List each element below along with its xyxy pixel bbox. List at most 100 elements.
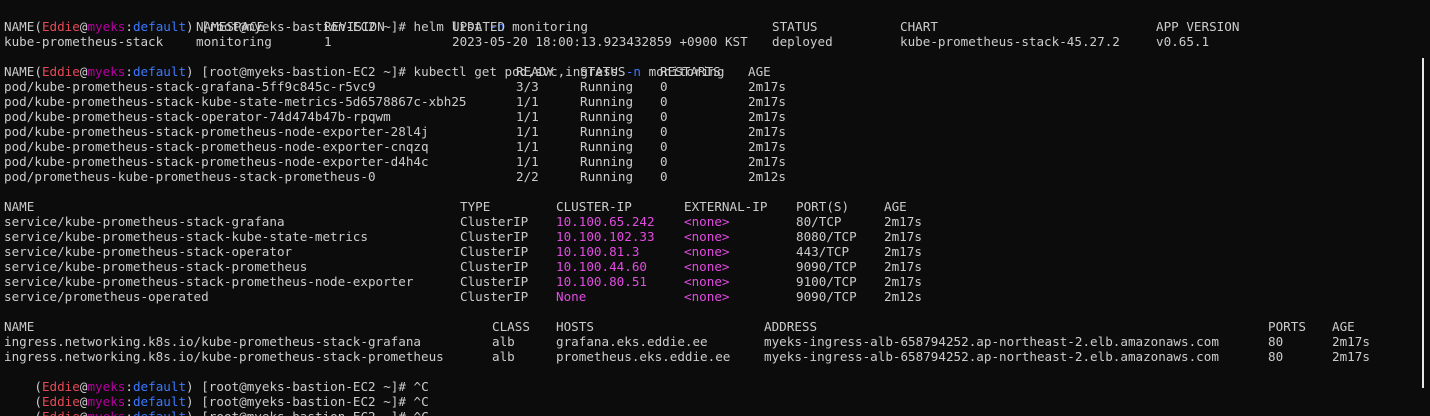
column-header: EXTERNAL-IP xyxy=(684,199,768,214)
table-row: pod/kube-prometheus-stack-prometheus-nod… xyxy=(0,154,1430,169)
column-header: APP VERSION xyxy=(1156,19,1240,34)
terminal-window[interactable]: (Eddie@myeks:default) [root@myeks-bastio… xyxy=(0,0,1430,416)
service-cluster-ip: 10.100.102.33 xyxy=(556,229,655,244)
ingress-name: ingress.networking.k8s.io/kube-prometheu… xyxy=(4,334,422,349)
service-name: service/kube-prometheus-stack-grafana xyxy=(4,214,285,229)
column-header: PORTS xyxy=(1268,319,1306,334)
prompt-line: (Eddie@myeks:default) [root@myeks-bastio… xyxy=(0,49,1430,79)
prompt-user: Eddie xyxy=(42,409,80,416)
table-row: kube-prometheus-stack monitoring 1 2023-… xyxy=(0,34,1430,49)
column-header: CLUSTER-IP xyxy=(556,199,632,214)
service-cluster-ip: 10.100.81.3 xyxy=(556,244,640,259)
prompt-host: [root@myeks-bastion-EC2 ~]# xyxy=(194,409,414,416)
pod-age: 2m17s xyxy=(748,139,786,154)
ingress-header-row: NAME CLASS HOSTS ADDRESS PORTS AGE xyxy=(0,319,1430,334)
pod-restarts: 0 xyxy=(660,169,668,184)
prompt-colon: : xyxy=(125,409,133,416)
column-header: PORT(S) xyxy=(796,199,850,214)
ingress-age: 2m17s xyxy=(1332,349,1370,364)
release-namespace: monitoring xyxy=(196,34,272,49)
table-row: service/kube-prometheus-stack-kube-state… xyxy=(0,229,1430,244)
column-header: NAME xyxy=(4,64,35,79)
ingress-ports: 80 xyxy=(1268,349,1284,364)
prompt-line: (Eddie@myeks:default) [root@myeks-bastio… xyxy=(0,4,1430,34)
prompt-line: (Eddie@myeks:default) [root@myeks-bastio… xyxy=(0,379,1430,409)
table-row: pod/kube-prometheus-stack-kube-state-met… xyxy=(0,94,1430,109)
table-row: ingress.networking.k8s.io/kube-prometheu… xyxy=(0,334,1430,349)
column-header: REVISION xyxy=(324,19,385,34)
ingress-ports: 80 xyxy=(1268,334,1284,349)
table-row: service/kube-prometheus-stack-prometheus… xyxy=(0,259,1430,274)
release-status: deployed xyxy=(772,34,833,49)
release-chart: kube-prometheus-stack-45.27.2 xyxy=(900,34,1120,49)
column-header: HOSTS xyxy=(556,319,594,334)
service-external-ip: <none> xyxy=(684,289,730,304)
service-cluster-ip: 10.100.44.60 xyxy=(556,259,647,274)
service-ports: 443/TCP xyxy=(796,244,850,259)
column-header: CHART xyxy=(900,19,938,34)
release-updated: 2023-05-20 18:00:13.923432859 +0900 KST xyxy=(452,34,748,49)
column-header: AGE xyxy=(748,64,771,79)
service-ports: 80/TCP xyxy=(796,214,842,229)
column-header: UPDATED xyxy=(452,19,506,34)
services-header-row: NAME TYPE CLUSTER-IP EXTERNAL-IP PORT(S)… xyxy=(0,199,1430,214)
pod-restarts: 0 xyxy=(660,124,668,139)
ingress-class: alb xyxy=(492,349,515,364)
service-name: service/kube-prometheus-stack-prometheus… xyxy=(4,274,414,289)
service-age: 2m17s xyxy=(884,214,922,229)
pod-name: pod/kube-prometheus-stack-operator-74d47… xyxy=(4,109,391,124)
pod-status: Running xyxy=(580,169,634,184)
table-row: service/kube-prometheus-stack-prometheus… xyxy=(0,274,1430,289)
service-ports: 8080/TCP xyxy=(796,229,857,244)
pod-status: Running xyxy=(580,154,634,169)
table-row: pod/kube-prometheus-stack-grafana-5ff9c8… xyxy=(0,79,1430,94)
ingress-hosts: grafana.eks.eddie.ee xyxy=(556,334,708,349)
release-name: kube-prometheus-stack xyxy=(4,34,164,49)
prompt-cluster: myeks xyxy=(87,409,125,416)
pod-ready: 2/2 xyxy=(516,169,539,184)
column-header: NAME xyxy=(4,19,35,34)
column-header: NAME xyxy=(4,199,35,214)
pod-status: Running xyxy=(580,139,634,154)
service-type: ClusterIP xyxy=(460,259,529,274)
pods-header-row: NAME READY STATUS RESTARTS AGE xyxy=(0,64,1430,79)
service-cluster-ip: None xyxy=(556,289,587,304)
pod-restarts: 0 xyxy=(660,79,668,94)
command-text: ^C xyxy=(414,409,429,416)
release-app-version: v0.65.1 xyxy=(1156,34,1210,49)
table-row: pod/kube-prometheus-stack-prometheus-nod… xyxy=(0,124,1430,139)
table-row: service/kube-prometheus-stack-grafana Cl… xyxy=(0,214,1430,229)
table-row: pod/kube-prometheus-stack-operator-74d47… xyxy=(0,109,1430,124)
service-age: 2m17s xyxy=(884,229,922,244)
pod-restarts: 0 xyxy=(660,154,668,169)
service-name: service/kube-prometheus-stack-prometheus xyxy=(4,259,308,274)
service-cluster-ip: 10.100.80.51 xyxy=(556,274,647,289)
scrollbar[interactable] xyxy=(1422,58,1424,388)
pod-restarts: 0 xyxy=(660,109,668,124)
column-header: TYPE xyxy=(460,199,491,214)
pod-status: Running xyxy=(580,124,634,139)
column-header: CLASS xyxy=(492,319,530,334)
table-row: service/prometheus-operated ClusterIP No… xyxy=(0,289,1430,304)
pod-restarts: 0 xyxy=(660,139,668,154)
pod-status: Running xyxy=(580,109,634,124)
prompt-line: (Eddie@myeks:default) [root@myeks-bastio… xyxy=(0,394,1430,416)
service-name: service/prometheus-operated xyxy=(4,289,209,304)
service-ports: 9100/TCP xyxy=(796,274,857,289)
service-external-ip: <none> xyxy=(684,229,730,244)
column-header: STATUS xyxy=(580,64,626,79)
column-header: STATUS xyxy=(772,19,818,34)
pod-age: 2m12s xyxy=(748,169,786,184)
pod-age: 2m17s xyxy=(748,79,786,94)
pod-name: pod/prometheus-kube-prometheus-stack-pro… xyxy=(4,169,376,184)
pod-status: Running xyxy=(580,94,634,109)
column-header: NAME xyxy=(4,319,35,334)
pod-ready: 1/1 xyxy=(516,154,539,169)
pod-name: pod/kube-prometheus-stack-prometheus-nod… xyxy=(4,124,429,139)
ingress-address: myeks-ingress-alb-658794252.ap-northeast… xyxy=(764,349,1219,364)
ingress-age: 2m17s xyxy=(1332,334,1370,349)
pod-ready: 1/1 xyxy=(516,124,539,139)
service-type: ClusterIP xyxy=(460,229,529,244)
